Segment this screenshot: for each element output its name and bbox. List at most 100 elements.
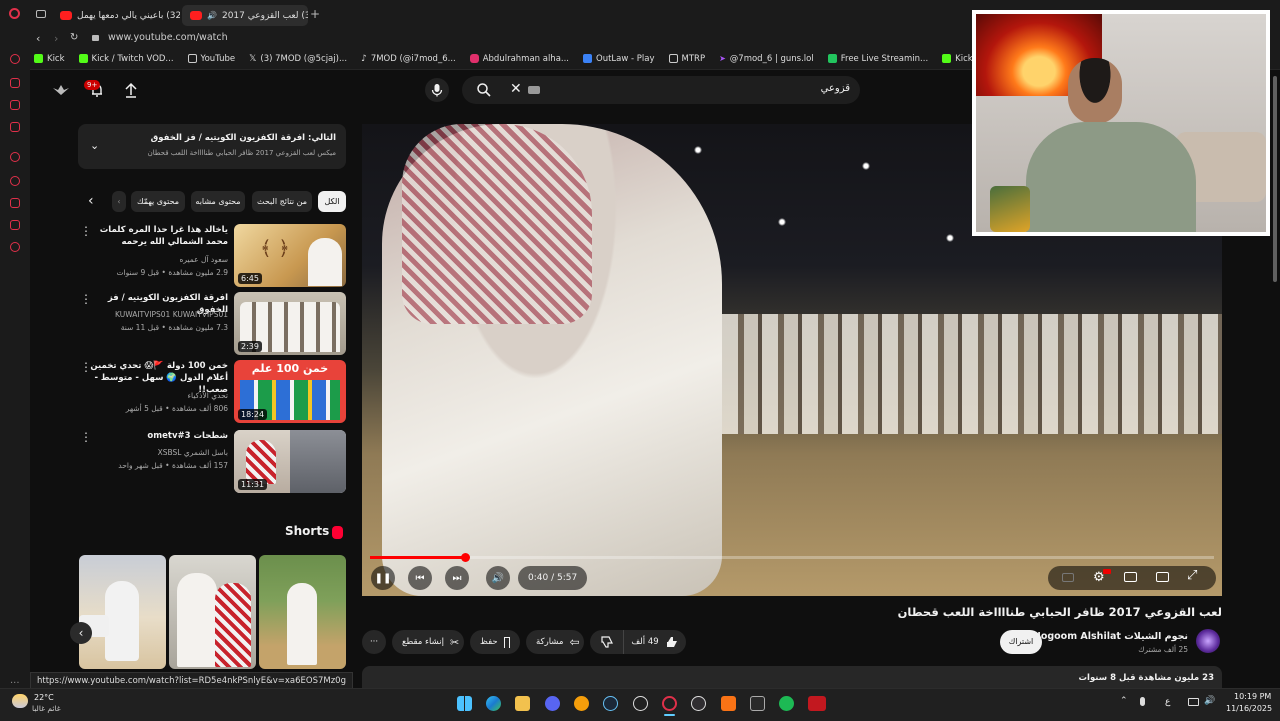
forward-icon[interactable]: › bbox=[54, 32, 58, 45]
aria-icon[interactable] bbox=[10, 54, 20, 64]
instagram-icon[interactable] bbox=[10, 122, 20, 132]
tray-chevron-icon[interactable]: ⌃ bbox=[1120, 696, 1128, 706]
voice-search-button[interactable] bbox=[425, 78, 449, 102]
video-thumbnail[interactable]: 2:39 bbox=[234, 292, 346, 355]
video-title[interactable]: شطحات ometv#3 bbox=[88, 430, 228, 442]
yt-logo-icon[interactable] bbox=[52, 82, 70, 96]
video-thumbnail[interactable]: خمن 100 علم 18:24 bbox=[234, 360, 346, 423]
chip-all[interactable]: الكل bbox=[318, 191, 346, 212]
bookmark-item[interactable]: YouTube bbox=[187, 54, 235, 64]
video-thumbnail[interactable]: 11:31 bbox=[234, 430, 346, 493]
chip-similar[interactable]: محتوى مشابه bbox=[191, 191, 245, 212]
file-explorer-icon[interactable] bbox=[515, 696, 530, 711]
list-item[interactable]: ⋮ ياخالد هذا غرا حذا المره كلمات محمد ال… bbox=[78, 224, 348, 288]
app-icon-orange[interactable] bbox=[574, 696, 589, 711]
chip-related[interactable]: محتوى يهمّك bbox=[131, 191, 185, 212]
browser-tab-2[interactable]: 🔊 (32) لعب القزوعي 2017 bbox=[182, 5, 308, 26]
epic-games-icon[interactable] bbox=[750, 696, 765, 711]
subscribe-button[interactable]: اشتراك bbox=[1000, 630, 1042, 654]
bookmark-item[interactable]: ➤ @7mod_6 | guns.lol bbox=[719, 54, 814, 64]
dislike-button[interactable] bbox=[590, 630, 624, 654]
video-thumbnail[interactable]: ﴾ ﴿ 6:45 bbox=[234, 224, 346, 287]
fullscreen-icon[interactable]: ⤢ bbox=[1187, 568, 1197, 583]
bookmark-item[interactable]: Kick / Twitch VOD... bbox=[78, 54, 174, 64]
player-icon[interactable] bbox=[10, 152, 20, 162]
save-button[interactable]: حفظ bbox=[470, 630, 520, 654]
subtitles-icon[interactable] bbox=[1062, 573, 1074, 582]
more-actions-button[interactable]: ··· bbox=[362, 630, 386, 654]
upload-icon[interactable] bbox=[124, 82, 138, 98]
progress-scrubber[interactable] bbox=[460, 553, 470, 562]
progress-track[interactable] bbox=[370, 553, 1214, 562]
bookmark-item[interactable]: 𝕏 (3) 7MOD (@5cjaj)... bbox=[249, 54, 347, 64]
edge-icon[interactable] bbox=[486, 696, 501, 711]
steam-icon[interactable] bbox=[603, 696, 618, 711]
url-field[interactable]: www.youtube.com/watch bbox=[108, 32, 228, 43]
short-card[interactable] bbox=[79, 555, 166, 669]
channel-name[interactable]: سعود آل عميره bbox=[78, 254, 228, 265]
channel-name[interactable]: KUWAITVIPS01 KUWAITVIPS01 bbox=[78, 309, 228, 320]
mtrp-app-icon[interactable] bbox=[808, 696, 826, 711]
bookmark-item[interactable]: MTRP bbox=[668, 54, 705, 64]
clip-button[interactable]: إنشاء مقطع ✂ bbox=[392, 630, 464, 654]
short-card[interactable] bbox=[169, 555, 256, 669]
search-box[interactable]: ✕ قزوعي bbox=[462, 76, 860, 104]
input-language[interactable]: ع bbox=[1165, 697, 1170, 707]
whatsapp-icon[interactable] bbox=[10, 100, 20, 110]
obs-icon[interactable] bbox=[691, 696, 706, 711]
description-box[interactable]: 23 مليون مشاهدة قبل 8 سنوات bbox=[362, 666, 1222, 690]
bookmark-item[interactable]: Abdulrahman alha... bbox=[469, 54, 569, 64]
windows-start-icon[interactable] bbox=[457, 696, 472, 711]
chip-search-results[interactable]: من نتائج البحث bbox=[252, 191, 312, 212]
cast-icon[interactable] bbox=[1156, 572, 1169, 582]
discord-icon[interactable] bbox=[545, 696, 560, 711]
clock-date[interactable]: 11/16/2025 bbox=[1226, 704, 1272, 713]
clear-search-icon[interactable]: ✕ bbox=[510, 81, 522, 97]
search-input[interactable]: قزوعي bbox=[821, 83, 850, 94]
video-title[interactable]: ياخالد هذا غرا حذا المره كلمات محمد الشم… bbox=[88, 224, 228, 248]
page-scrollbar[interactable] bbox=[1272, 72, 1278, 686]
scrollbar-thumb[interactable] bbox=[1273, 76, 1277, 282]
bookmark-item[interactable]: ♪ 7MOD (@i7mod_6... bbox=[361, 54, 456, 64]
short-card[interactable] bbox=[259, 555, 346, 669]
microphone-tray-icon[interactable] bbox=[1140, 697, 1145, 706]
network-icon[interactable] bbox=[1188, 698, 1199, 706]
settings-icon[interactable] bbox=[10, 242, 20, 252]
search-icon[interactable] bbox=[476, 82, 492, 98]
chip-scroll-left-icon[interactable]: ‹ bbox=[88, 193, 94, 209]
weather-temp[interactable]: 22°C bbox=[34, 693, 54, 702]
pause-button[interactable]: ❚❚ bbox=[371, 566, 395, 590]
list-item[interactable]: ⋮ خمن 100 دولة 🚩😱 تحدي تخمين أعلام الدول… bbox=[78, 360, 348, 424]
miniplayer-icon[interactable] bbox=[1124, 572, 1137, 582]
reload-icon[interactable]: ↻ bbox=[70, 32, 78, 43]
new-tab-button[interactable]: + bbox=[310, 7, 320, 21]
extensions-icon[interactable] bbox=[10, 220, 20, 230]
bookmark-item[interactable]: Free Live Streamin... bbox=[827, 54, 928, 64]
messenger-icon[interactable] bbox=[10, 78, 20, 88]
channel-avatar[interactable] bbox=[1196, 629, 1220, 653]
chevron-down-icon[interactable]: ⌄ bbox=[90, 139, 99, 152]
weather-icon[interactable] bbox=[12, 694, 28, 708]
shorts-scroll-left-button[interactable]: ‹ bbox=[70, 622, 92, 644]
share-button[interactable]: مشاركة ⇦ bbox=[526, 630, 584, 654]
channel-name[interactable]: باسل الشمري XSBSL bbox=[78, 447, 228, 458]
volume-button[interactable]: 🔊 bbox=[486, 566, 510, 590]
volume-tray-icon[interactable]: 🔊 bbox=[1204, 696, 1215, 706]
browser-tab-1[interactable]: (32) باعيني يالي دمعها يهمل bbox=[52, 5, 180, 26]
back-icon[interactable]: ‹ bbox=[36, 32, 40, 45]
spotify-icon[interactable] bbox=[779, 696, 794, 711]
like-button[interactable]: 49 ألف bbox=[624, 630, 686, 654]
tab-switcher-icon[interactable] bbox=[36, 10, 46, 18]
next-button[interactable]: ⏭ bbox=[445, 566, 469, 590]
channel-name[interactable]: Nogoom Alshilat نجوم الشيلات bbox=[1033, 631, 1188, 642]
list-item[interactable]: ⋮ شطحات ometv#3 باسل الشمري XSBSL 157 أل… bbox=[78, 430, 348, 494]
mix-panel[interactable]: ⌄ التالي: افرقة الكفزيون الكويتيه / فز ا… bbox=[78, 124, 346, 169]
keyboard-icon[interactable] bbox=[528, 86, 540, 94]
clock-time[interactable]: 10:19 PM bbox=[1234, 692, 1271, 701]
opera-icon[interactable] bbox=[662, 696, 677, 711]
download-icon[interactable] bbox=[10, 198, 20, 208]
list-item[interactable]: ⋮ افرقة الكفزيون الكويتيه / فز الخفوق KU… bbox=[78, 292, 348, 356]
previous-button[interactable]: ⏮ bbox=[408, 566, 432, 590]
channel-name[interactable]: تحدي الأذكياء bbox=[78, 390, 228, 401]
history-icon[interactable] bbox=[10, 176, 20, 186]
